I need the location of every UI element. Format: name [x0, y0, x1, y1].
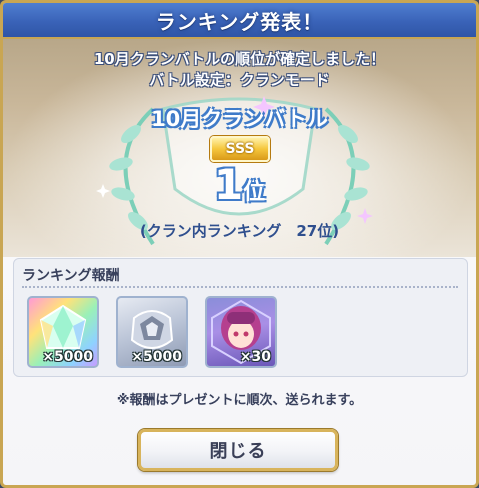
result-message: 10月クランバトルの順位が確定しました！ [93, 50, 386, 68]
ranking-dialog: ランキング発表！ 10月クランバトルの順位が確定しました！ バトル設定：クランモ… [0, 0, 479, 488]
battle-setting-text: バトル設定：クランモード [149, 71, 330, 89]
reward-panel: ランキング報酬 ×5000 ×5000 ×30 [13, 258, 468, 377]
clan-ranking-text: (クラン内ランキング 27位) [139, 222, 340, 240]
rank-unit: 位 [243, 180, 266, 205]
grade-badge: SSS [210, 136, 270, 162]
battle-name: 10月クランバトル [151, 107, 328, 131]
reward-quantity: ×30 [239, 349, 271, 365]
reward-item-silver-ore[interactable]: ×5000 [116, 296, 188, 368]
reward-title: ランキング報酬 [22, 268, 120, 284]
delivery-notice: ※報酬はプレゼントに順次、送られます。 [116, 393, 363, 408]
reward-item-character[interactable]: ×30 [205, 296, 277, 368]
reward-quantity: ×5000 [131, 349, 182, 365]
reward-item-rainbow-crystal[interactable]: ×5000 [27, 296, 99, 368]
reward-divider [22, 286, 458, 288]
rank-number: 1 [213, 160, 244, 209]
close-button[interactable]: 閉じる [138, 429, 338, 471]
reward-quantity: ×5000 [42, 349, 93, 365]
dialog-title-bar: ランキング発表！ [3, 3, 476, 39]
dialog-title: ランキング発表！ [155, 9, 324, 34]
rank-display: 1位 [3, 161, 476, 217]
